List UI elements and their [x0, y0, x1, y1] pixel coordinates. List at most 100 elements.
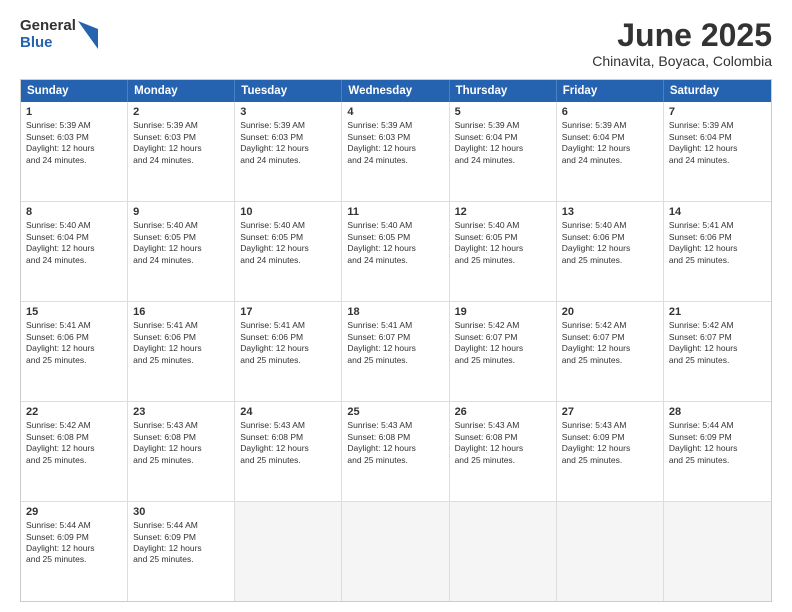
day-number: 1 [26, 106, 122, 118]
day-number: 13 [562, 206, 658, 218]
header-day-friday: Friday [557, 80, 664, 102]
calendar-cell [342, 502, 449, 601]
header-day-sunday: Sunday [21, 80, 128, 102]
cell-info: Sunrise: 5:43 AMSunset: 6:08 PMDaylight:… [133, 420, 229, 466]
calendar-cell [664, 502, 771, 601]
header-day-thursday: Thursday [450, 80, 557, 102]
calendar-cell: 19 Sunrise: 5:42 AMSunset: 6:07 PMDayligh… [450, 302, 557, 401]
calendar-cell: 14Sunrise: 5:41 AMSunset: 6:06 PMDayligh… [664, 202, 771, 301]
calendar-cell: 2Sunrise: 5:39 AMSunset: 6:03 PMDaylight… [128, 102, 235, 201]
calendar-cell: 8Sunrise: 5:40 AMSunset: 6:04 PMDaylight… [21, 202, 128, 301]
day-number: 11 [347, 206, 443, 218]
cell-info: Sunrise: 5:39 AMSunset: 6:03 PMDaylight:… [240, 120, 336, 166]
cell-info: Sunrise: 5:42 AMSunset: 6:07 PMDaylight:… [455, 320, 551, 366]
day-number: 2 [133, 106, 229, 118]
logo-general: General [20, 18, 76, 35]
calendar-cell: 12 Sunrise: 5:40 AMSunset: 6:05 PMDayligh… [450, 202, 557, 301]
cell-info: Sunrise: 5:43 AMSunset: 6:08 PMDaylight:… [240, 420, 336, 466]
month-title: June 2025 [592, 18, 772, 53]
calendar-cell: 23 Sunrise: 5:43 AMSunset: 6:08 PMDayligh… [128, 402, 235, 501]
cell-info: Sunrise: 5:40 AMSunset: 6:05 PMDaylight:… [455, 220, 551, 266]
day-number: 26 [455, 406, 551, 418]
header-day-wednesday: Wednesday [342, 80, 449, 102]
day-number: 24 [240, 406, 336, 418]
cell-info: Sunrise: 5:44 AMSunset: 6:09 PMDaylight:… [669, 420, 766, 466]
calendar-cell [235, 502, 342, 601]
calendar-row-1: 1 Sunrise: 5:39 AMSunset: 6:03 PMDaylight… [21, 102, 771, 201]
calendar-body: 1 Sunrise: 5:39 AMSunset: 6:03 PMDaylight… [21, 102, 771, 601]
calendar-header: SundayMondayTuesdayWednesdayThursdayFrid… [21, 80, 771, 102]
calendar-row-3: 15Sunrise: 5:41 AMSunset: 6:06 PMDayligh… [21, 301, 771, 401]
calendar-row-5: 29Sunrise: 5:44 AMSunset: 6:09 PMDayligh… [21, 501, 771, 601]
calendar-cell [557, 502, 664, 601]
calendar-cell: 24 Sunrise: 5:43 AMSunset: 6:08 PMDayligh… [235, 402, 342, 501]
day-number: 6 [562, 106, 658, 118]
calendar-cell: 30Sunrise: 5:44 AMSunset: 6:09 PMDayligh… [128, 502, 235, 601]
day-number: 23 [133, 406, 229, 418]
day-number: 22 [26, 406, 122, 418]
day-number: 12 [455, 206, 551, 218]
day-number: 30 [133, 506, 229, 518]
cell-info: Sunrise: 5:39 AMSunset: 6:04 PMDaylight:… [669, 120, 766, 166]
day-number: 18 [347, 306, 443, 318]
day-number: 7 [669, 106, 766, 118]
title-block: June 2025 Chinavita, Boyaca, Colombia [592, 18, 772, 69]
cell-info: Sunrise: 5:41 AMSunset: 6:06 PMDaylight:… [26, 320, 122, 366]
cell-info: Sunrise: 5:40 AMSunset: 6:05 PMDaylight:… [347, 220, 443, 266]
day-number: 5 [455, 106, 551, 118]
day-number: 28 [669, 406, 766, 418]
logo-blue: Blue [20, 35, 76, 52]
header-day-saturday: Saturday [664, 80, 771, 102]
subtitle: Chinavita, Boyaca, Colombia [592, 53, 772, 69]
cell-info: Sunrise: 5:42 AMSunset: 6:08 PMDaylight:… [26, 420, 122, 466]
day-number: 19 [455, 306, 551, 318]
calendar-cell: 13 Sunrise: 5:40 AMSunset: 6:06 PMDayligh… [557, 202, 664, 301]
calendar-cell [450, 502, 557, 601]
cell-info: Sunrise: 5:39 AMSunset: 6:04 PMDaylight:… [562, 120, 658, 166]
cell-info: Sunrise: 5:39 AMSunset: 6:03 PMDaylight:… [26, 120, 122, 166]
calendar-cell: 6 Sunrise: 5:39 AMSunset: 6:04 PMDaylight… [557, 102, 664, 201]
cell-info: Sunrise: 5:43 AMSunset: 6:08 PMDaylight:… [347, 420, 443, 466]
calendar-cell: 26 Sunrise: 5:43 AMSunset: 6:08 PMDayligh… [450, 402, 557, 501]
calendar-cell: 10Sunrise: 5:40 AMSunset: 6:05 PMDayligh… [235, 202, 342, 301]
calendar-cell: 17 Sunrise: 5:41 AMSunset: 6:06 PMDayligh… [235, 302, 342, 401]
cell-info: Sunrise: 5:41 AMSunset: 6:06 PMDaylight:… [240, 320, 336, 366]
calendar: SundayMondayTuesdayWednesdayThursdayFrid… [20, 79, 772, 602]
day-number: 17 [240, 306, 336, 318]
calendar-cell: 25Sunrise: 5:43 AMSunset: 6:08 PMDayligh… [342, 402, 449, 501]
calendar-cell: 5Sunrise: 5:39 AMSunset: 6:04 PMDaylight… [450, 102, 557, 201]
day-number: 3 [240, 106, 336, 118]
cell-info: Sunrise: 5:43 AMSunset: 6:08 PMDaylight:… [455, 420, 551, 466]
cell-info: Sunrise: 5:40 AMSunset: 6:04 PMDaylight:… [26, 220, 122, 266]
day-number: 21 [669, 306, 766, 318]
day-number: 10 [240, 206, 336, 218]
header: General Blue June 2025 Chinavita, Boyaca… [20, 18, 772, 69]
cell-info: Sunrise: 5:41 AMSunset: 6:06 PMDaylight:… [133, 320, 229, 366]
cell-info: Sunrise: 5:40 AMSunset: 6:05 PMDaylight:… [133, 220, 229, 266]
day-number: 16 [133, 306, 229, 318]
day-number: 4 [347, 106, 443, 118]
day-number: 14 [669, 206, 766, 218]
calendar-cell: 7 Sunrise: 5:39 AMSunset: 6:04 PMDaylight… [664, 102, 771, 201]
header-day-tuesday: Tuesday [235, 80, 342, 102]
cell-info: Sunrise: 5:43 AMSunset: 6:09 PMDaylight:… [562, 420, 658, 466]
logo-icon [78, 21, 98, 49]
calendar-cell: 20 Sunrise: 5:42 AMSunset: 6:07 PMDayligh… [557, 302, 664, 401]
page: General Blue June 2025 Chinavita, Boyaca… [0, 0, 792, 612]
calendar-cell: 22 Sunrise: 5:42 AMSunset: 6:08 PMDayligh… [21, 402, 128, 501]
calendar-cell: 11 Sunrise: 5:40 AMSunset: 6:05 PMDayligh… [342, 202, 449, 301]
cell-info: Sunrise: 5:39 AMSunset: 6:03 PMDaylight:… [347, 120, 443, 166]
day-number: 29 [26, 506, 122, 518]
calendar-cell: 27Sunrise: 5:43 AMSunset: 6:09 PMDayligh… [557, 402, 664, 501]
cell-info: Sunrise: 5:41 AMSunset: 6:07 PMDaylight:… [347, 320, 443, 366]
cell-info: Sunrise: 5:42 AMSunset: 6:07 PMDaylight:… [562, 320, 658, 366]
calendar-row-4: 22 Sunrise: 5:42 AMSunset: 6:08 PMDayligh… [21, 401, 771, 501]
calendar-cell: 3 Sunrise: 5:39 AMSunset: 6:03 PMDaylight… [235, 102, 342, 201]
calendar-row-2: 8Sunrise: 5:40 AMSunset: 6:04 PMDaylight… [21, 201, 771, 301]
calendar-cell: 29Sunrise: 5:44 AMSunset: 6:09 PMDayligh… [21, 502, 128, 601]
day-number: 20 [562, 306, 658, 318]
cell-info: Sunrise: 5:40 AMSunset: 6:06 PMDaylight:… [562, 220, 658, 266]
logo: General Blue [20, 18, 98, 51]
calendar-cell: 4 Sunrise: 5:39 AMSunset: 6:03 PMDaylight… [342, 102, 449, 201]
calendar-cell: 9Sunrise: 5:40 AMSunset: 6:05 PMDaylight… [128, 202, 235, 301]
